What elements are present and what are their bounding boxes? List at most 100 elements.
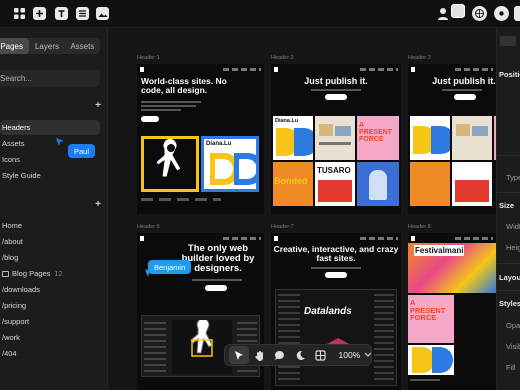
card-bonded: Bonded — [273, 162, 313, 206]
site-nav — [411, 236, 493, 242]
comment-tool[interactable] — [270, 346, 290, 364]
grid-view-button[interactable] — [310, 346, 330, 364]
site-nav — [140, 67, 261, 73]
page-item-home[interactable]: Home — [0, 218, 100, 233]
page-item-pricing[interactable]: /pricing — [0, 298, 100, 313]
site-nav — [274, 236, 398, 242]
frame-header-5[interactable]: The only web builder loved by designers. — [137, 233, 264, 390]
card-diana: Diana.Lu — [273, 116, 313, 160]
field-fill[interactable]: Fill — [506, 363, 516, 372]
card-diana — [408, 345, 454, 375]
card-title: A PRESENT FORCE — [410, 298, 446, 322]
page-item-blog[interactable]: /blog — [0, 250, 100, 265]
card-tusaro: TUSARO — [315, 162, 355, 206]
cursor-arrow-icon — [56, 138, 64, 146]
panel-tabs: Pages Layers Assets — [0, 38, 100, 54]
page-item-downloads[interactable]: /downloads — [0, 282, 100, 297]
theme-toggle[interactable] — [290, 346, 310, 364]
moon-icon — [296, 350, 305, 360]
play-button[interactable] — [514, 6, 520, 21]
add-section-button[interactable]: + — [95, 100, 101, 111]
hero-headline: Creative, interactive, and crazy fast si… — [273, 244, 399, 263]
artwork-blue-card: Diana.Lu — [201, 136, 259, 192]
section-layout[interactable]: Layout — [499, 273, 520, 282]
site-nav — [140, 236, 261, 242]
page-item-support[interactable]: /support — [0, 314, 100, 329]
layout-icon[interactable] — [76, 7, 89, 20]
card-title: Bonded — [274, 176, 308, 186]
design-app: Pages Layers Assets Search... + Headers … — [0, 0, 520, 390]
frame-header-1[interactable]: World-class sites. No code, all design. … — [137, 64, 264, 214]
page-item-label: Blog Pages — [12, 269, 51, 278]
cta-button — [141, 116, 159, 122]
section-item-headers[interactable]: Headers — [0, 120, 100, 135]
page-item-work[interactable]: /work — [0, 330, 100, 345]
card-bonded — [410, 162, 450, 206]
frame-label[interactable]: Header 5 — [137, 224, 160, 230]
frame-label[interactable]: Header 3 — [408, 55, 431, 61]
card-title: Diana.Lu — [206, 141, 232, 147]
panel-tab[interactable] — [500, 36, 516, 46]
subtext — [141, 109, 181, 111]
site-nav — [274, 67, 398, 73]
page-item-404[interactable]: /404 — [0, 346, 100, 361]
frame-header-3[interactable]: Just publish it. — [408, 64, 496, 214]
section-item-style-guide[interactable]: Style Guide — [0, 168, 100, 183]
comment-icon — [275, 350, 285, 360]
artwork-yellow — [141, 136, 199, 192]
add-icon[interactable] — [33, 7, 46, 20]
field-opacity[interactable]: Opacity — [506, 321, 520, 330]
grid-icon[interactable] — [13, 7, 26, 20]
image-icon[interactable] — [96, 7, 109, 20]
section-position[interactable]: Position — [499, 70, 520, 79]
frame-header-2[interactable]: Just publish it. Diana.Lu A PRESENT FORC… — [271, 64, 401, 214]
field-height[interactable]: Height — [506, 243, 520, 252]
field-visible[interactable]: Visible — [506, 342, 520, 351]
hero-headline: Just publish it. — [432, 76, 496, 86]
canvas[interactable]: Header 1 Header 2 Header 3 Header 5 Head… — [108, 28, 496, 390]
card-title: Diana.Lu — [275, 118, 299, 124]
card-gallery — [452, 116, 492, 160]
add-page-button[interactable]: + — [95, 199, 101, 210]
section-size[interactable]: Size — [499, 201, 514, 210]
frame-label[interactable]: Header 2 — [271, 55, 294, 61]
cta-button — [454, 94, 476, 100]
collaborator-cursor-benjamin: Benjamin — [148, 260, 192, 274]
user-icon[interactable] — [437, 6, 449, 21]
frame-header-7[interactable]: Creative, interactive, and crazy fast si… — [271, 233, 401, 390]
chevron-down-icon[interactable] — [364, 352, 371, 358]
top-toolbar — [0, 0, 520, 28]
subtext — [141, 101, 201, 103]
collaborator-cursor-paul: Paul — [68, 144, 96, 158]
bottom-toolbar: 100% — [224, 344, 372, 366]
frame-header-8[interactable]: Festivalmani A PRESENT FORCE — [408, 233, 496, 390]
cta-button — [205, 285, 227, 291]
cta-button — [325, 94, 347, 100]
card-title: Festivalmani — [414, 245, 465, 256]
collage-artwork: Festivalmani — [408, 243, 496, 293]
frame-label[interactable]: Header 7 — [271, 224, 294, 230]
tab-layers[interactable]: Layers — [29, 38, 64, 54]
text-icon[interactable] — [55, 7, 68, 20]
card-tusaro — [452, 162, 492, 206]
card-figure — [357, 162, 399, 206]
zoom-level[interactable]: 100% — [338, 350, 360, 360]
settings-icon[interactable] — [494, 6, 509, 21]
globe-icon[interactable] — [472, 6, 487, 21]
select-tool[interactable] — [229, 346, 250, 364]
cta-button — [325, 272, 347, 278]
search-input[interactable]: Search... — [0, 70, 100, 87]
left-panel: Pages Layers Assets Search... + Headers … — [0, 28, 108, 390]
frame-label[interactable]: Header 1 — [137, 55, 160, 61]
page-item-about[interactable]: /about — [0, 234, 100, 249]
hand-tool[interactable] — [249, 346, 269, 364]
tab-pages[interactable]: Pages — [0, 38, 30, 54]
section-styles[interactable]: Styles — [499, 299, 520, 308]
avatar[interactable] — [451, 4, 465, 18]
field-width[interactable]: Width — [506, 222, 520, 231]
tab-assets[interactable]: Assets — [65, 38, 100, 54]
hand-icon — [255, 350, 263, 361]
frame-label[interactable]: Header 8 — [408, 224, 431, 230]
page-item-blog-pages[interactable]: Blog Pages 12 — [0, 266, 100, 281]
field-type[interactable]: Type — [506, 173, 520, 182]
